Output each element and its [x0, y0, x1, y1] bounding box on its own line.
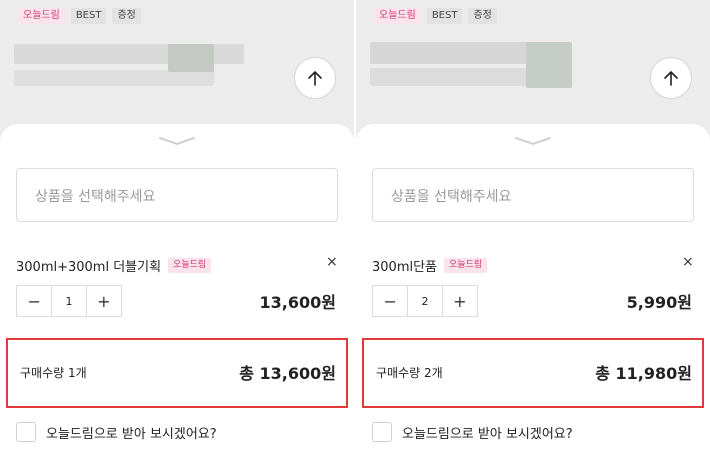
- chevron-down-icon[interactable]: [514, 134, 552, 150]
- today-dream-checkbox[interactable]: [372, 422, 392, 442]
- tag-gift: 증정: [468, 8, 497, 24]
- selected-option: 300ml+300ml 더블기획 오늘드림: [16, 256, 212, 275]
- remove-option-button[interactable]: ×: [326, 254, 338, 270]
- quantity-value[interactable]: 2: [407, 286, 443, 316]
- tag-today-dream: 오늘드림: [18, 8, 65, 24]
- tag-best: BEST: [426, 8, 463, 24]
- total-price: 총 13,600원: [239, 364, 336, 383]
- decrease-button[interactable]: −: [17, 286, 51, 316]
- option-panel-right: 오늘드림 BEST 증정 상품을 선택해주세요 300ml단품 오늘드림 × −…: [356, 0, 710, 456]
- purchase-summary: 구매수량 2개 총 11,980원: [362, 338, 704, 408]
- chevron-down-icon[interactable]: [158, 134, 196, 150]
- option-panel-left: 오늘드림 BEST 증정 상품을 선택해주세요 300ml+300ml 더블기획…: [0, 0, 354, 456]
- decrease-button[interactable]: −: [373, 286, 407, 316]
- purchase-summary: 구매수량 1개 총 13,600원: [6, 338, 348, 408]
- product-tags: 오늘드림 BEST 증정: [374, 8, 497, 24]
- tag-today-dream: 오늘드림: [374, 8, 421, 24]
- today-dream-label: 오늘드림으로 받아 보시겠어요?: [402, 426, 573, 442]
- option-tag: 오늘드림: [444, 258, 488, 273]
- option-sheet: 상품을 선택해주세요 300ml+300ml 더블기획 오늘드림 × − 1 +…: [0, 124, 354, 456]
- option-price: 13,600원: [259, 293, 336, 312]
- increase-button[interactable]: +: [443, 286, 477, 316]
- option-select[interactable]: 상품을 선택해주세요: [16, 168, 338, 222]
- increase-button[interactable]: +: [87, 286, 121, 316]
- arrow-up-icon[interactable]: [294, 57, 336, 99]
- option-tag: 오늘드림: [168, 258, 212, 273]
- option-select-placeholder: 상품을 선택해주세요: [35, 189, 156, 205]
- option-select-placeholder: 상품을 선택해주세요: [391, 189, 512, 205]
- tag-best: BEST: [70, 8, 107, 24]
- purchase-quantity: 구매수량 2개: [376, 366, 443, 380]
- purchase-quantity: 구매수량 1개: [20, 366, 87, 380]
- quantity-stepper: − 1 +: [16, 285, 122, 317]
- remove-option-button[interactable]: ×: [682, 254, 694, 270]
- option-name: 300ml단품: [372, 260, 438, 275]
- option-name: 300ml+300ml 더블기획: [16, 260, 162, 275]
- quantity-value[interactable]: 1: [51, 286, 87, 316]
- option-sheet: 상품을 선택해주세요 300ml단품 오늘드림 × − 2 + 5,990원 구…: [356, 124, 710, 456]
- tag-gift: 증정: [112, 8, 141, 24]
- product-tags: 오늘드림 BEST 증정: [18, 8, 141, 24]
- total-price: 총 11,980원: [595, 364, 692, 383]
- option-select[interactable]: 상품을 선택해주세요: [372, 168, 694, 222]
- arrow-up-icon[interactable]: [650, 57, 692, 99]
- quantity-stepper: − 2 +: [372, 285, 478, 317]
- today-dream-checkbox[interactable]: [16, 422, 36, 442]
- today-dream-option[interactable]: 오늘드림으로 받아 보시겠어요?: [16, 422, 217, 442]
- today-dream-label: 오늘드림으로 받아 보시겠어요?: [46, 426, 217, 442]
- selected-option: 300ml단품 오늘드림: [372, 256, 488, 275]
- option-price: 5,990원: [626, 293, 692, 312]
- today-dream-option[interactable]: 오늘드림으로 받아 보시겠어요?: [372, 422, 573, 442]
